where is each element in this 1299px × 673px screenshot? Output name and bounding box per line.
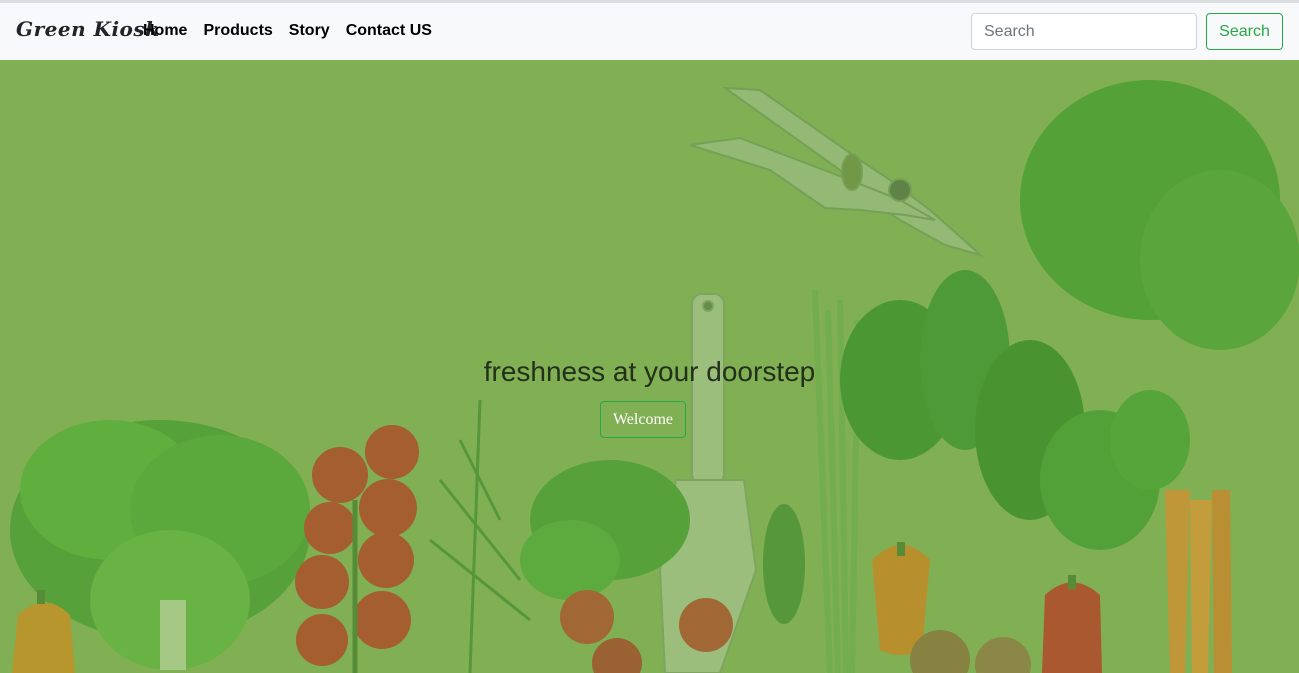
nav-link-contact[interactable]: Contact US bbox=[346, 22, 432, 40]
navbar: Green Kiosk Home Products Story Contact … bbox=[0, 3, 1299, 60]
search-input[interactable] bbox=[971, 13, 1197, 50]
search-button[interactable]: Search bbox=[1206, 13, 1283, 50]
nav-link-home[interactable]: Home bbox=[143, 22, 187, 40]
welcome-button[interactable]: Welcome bbox=[600, 401, 686, 438]
hero-banner: freshness at your doorstep Welcome bbox=[0, 60, 1299, 673]
hero-tagline: freshness at your doorstep bbox=[483, 356, 816, 387]
nav-links: Home Products Story Contact US bbox=[143, 22, 432, 40]
nav-link-story[interactable]: Story bbox=[289, 22, 330, 40]
brand-logo[interactable]: Green Kiosk bbox=[16, 17, 160, 41]
nav-link-products[interactable]: Products bbox=[203, 22, 272, 40]
